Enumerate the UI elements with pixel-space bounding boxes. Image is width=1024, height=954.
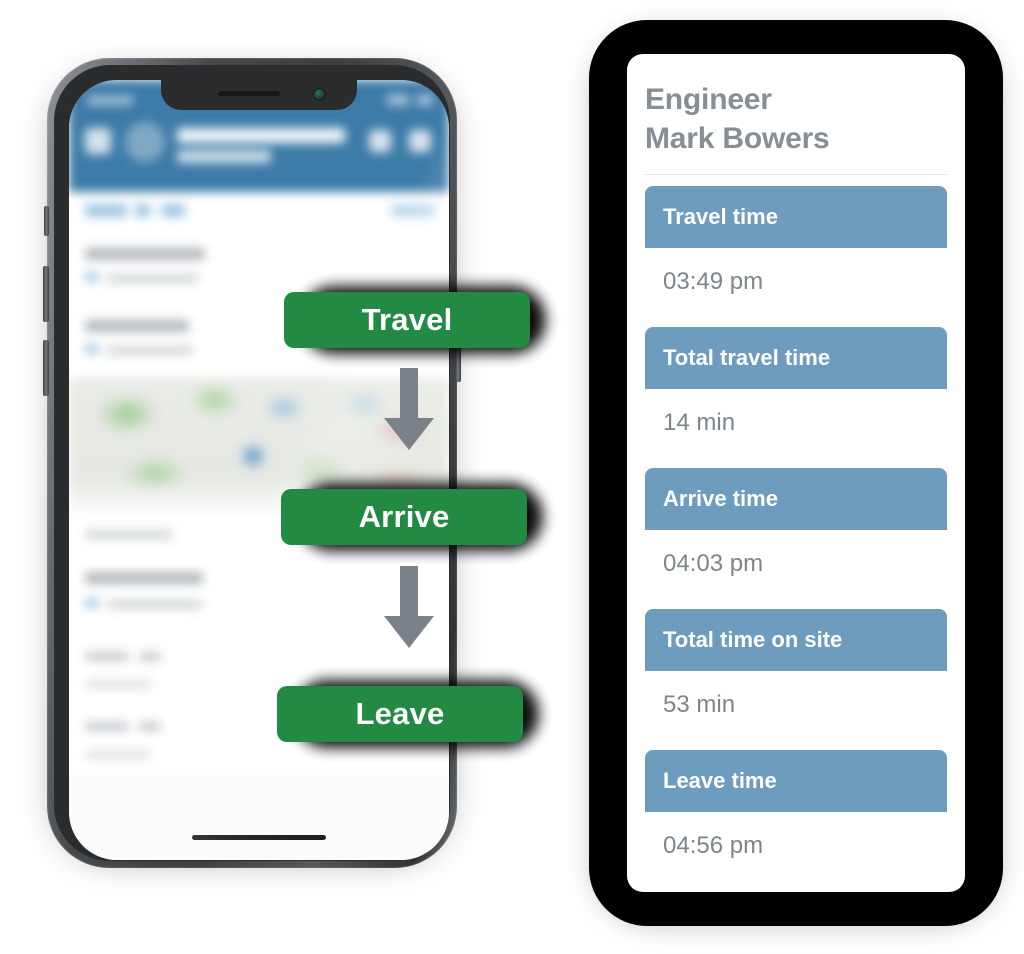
more-icon[interactable] [409,130,431,152]
toolbar-chip-icon-b[interactable] [161,204,185,217]
phone-notch [161,80,357,110]
callout-arrive-label[interactable]: Arrive [281,489,527,545]
phone-volume-up-button[interactable] [43,266,49,322]
callout-badge-travel[interactable]: Travel [284,286,546,354]
app-header-title [177,128,345,143]
metric-value-total-time-on-site: 53 min [663,691,736,718]
arrow-down-icon [382,566,436,650]
toolbar-chip-action[interactable] [391,204,435,217]
arrow-down-icon [382,368,436,452]
battery-icon [417,95,433,105]
search-icon[interactable] [369,130,391,152]
earpiece-speaker [218,91,280,96]
phone-mute-switch[interactable] [44,206,49,236]
toolbar-chip-icon-a[interactable] [135,204,151,217]
home-indicator[interactable] [192,835,326,840]
metric-label-arrive-time: Arrive time [645,468,947,530]
engineer-detail-card: Engineer Mark Bowers Travel time 03:49 p… [627,54,965,892]
callout-travel-label[interactable]: Travel [284,292,530,348]
engineer-role-label: Engineer [645,83,772,116]
callout-badge-arrive[interactable]: Arrive [281,483,543,551]
callout-leave-label[interactable]: Leave [277,686,523,742]
avatar[interactable] [125,122,165,162]
engineer-name: Mark Bowers [645,122,830,155]
menu-icon[interactable] [85,128,111,154]
metric-label-leave-time: Leave time [645,750,947,812]
status-bar-time [87,96,133,105]
heading-divider [645,174,947,175]
metric-value-leave-time: 04:56 pm [663,832,764,859]
signal-icon [387,95,409,105]
app-toolbar [69,192,449,234]
metric-value-total-travel-time: 14 min [663,409,736,436]
callout-badge-leave[interactable]: Leave [277,680,539,748]
app-header-subtitle [177,150,271,163]
detail-panel-frame: Engineer Mark Bowers Travel time 03:49 p… [589,20,1003,926]
metric-value-travel-time: 03:49 pm [663,268,764,295]
front-camera-icon [314,89,325,100]
metric-label-total-time-on-site: Total time on site [645,609,947,671]
phone-volume-down-button[interactable] [43,340,49,396]
metric-value-arrive-time: 04:03 pm [663,550,764,577]
metric-label-total-travel-time: Total travel time [645,327,947,389]
metric-label-travel-time: Travel time [645,186,947,248]
detail-panel: Engineer Mark Bowers Travel time 03:49 p… [589,20,1003,926]
toolbar-chip-date[interactable] [85,204,127,217]
page-title: Engineer Mark Bowers [645,54,947,158]
screenshot-stage: Travel Arrive Leave Engineer Mark Bowers… [0,0,1024,954]
